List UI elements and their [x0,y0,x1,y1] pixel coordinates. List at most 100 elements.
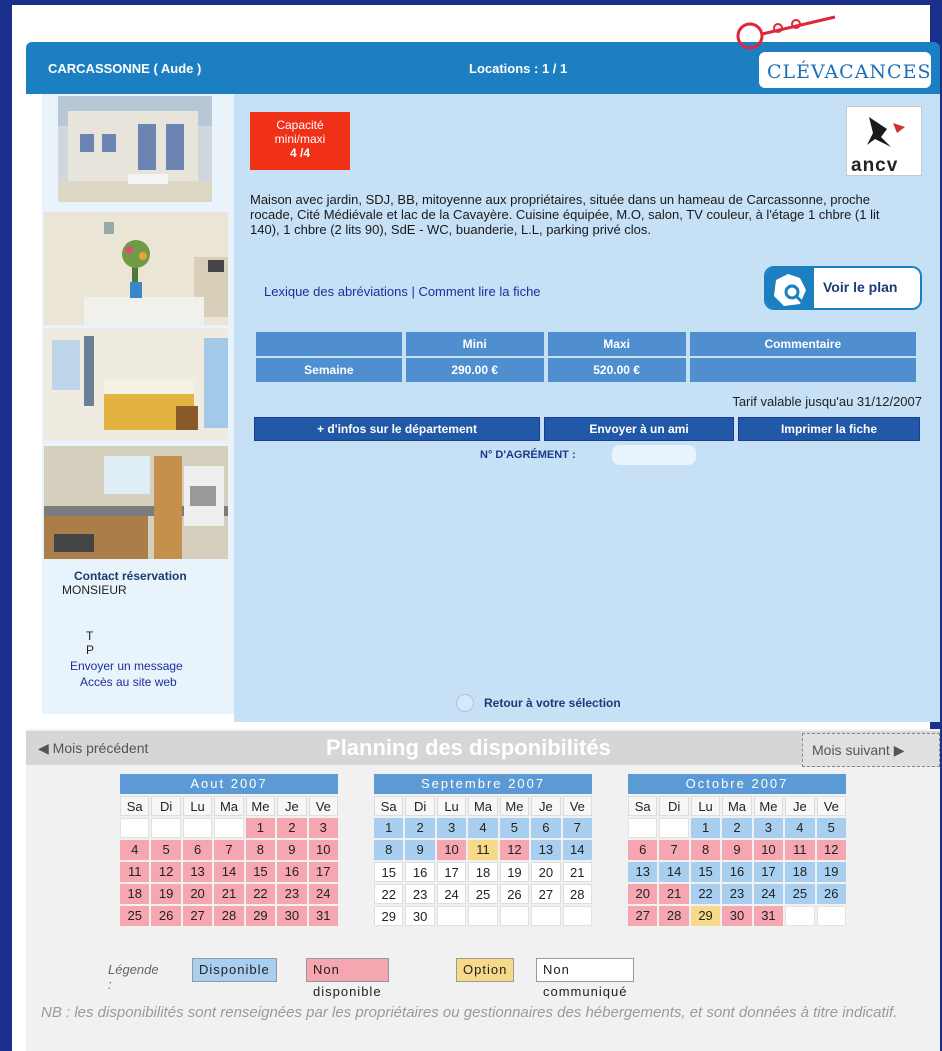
legend-unavailable: Non disponible [306,958,389,999]
photo-living-room[interactable] [44,212,228,325]
day-cell: 25 [120,906,150,926]
day-cell: 23 [722,884,752,904]
send-message-link[interactable]: Envoyer un message [70,659,183,673]
price-header-max: Maxi [547,332,686,356]
weekday-header: Sa [120,796,150,816]
day-cell: 26 [499,884,530,904]
empty-day-cell [499,906,530,926]
day-cell: 22 [690,884,721,904]
day-cell: 27 [531,884,561,904]
department-info-button[interactable]: + d'infos sur le département [254,417,540,441]
weekday-header: Ve [308,796,338,816]
photo-bedroom[interactable] [44,328,228,441]
back-to-selection-link[interactable]: Retour à votre sélection [484,696,621,710]
legend-option: Option [456,958,515,982]
empty-day-cell [214,818,244,838]
month-grid: Sa Di Lu Ma Me Je Ve 1 2 3 4 5 6 7 8 9 10 11 12 13 14 15 16 17 1… [374,796,592,926]
photo-kitchen[interactable] [44,446,228,559]
day-cell: 21 [214,884,244,904]
day-cell: 24 [308,884,338,904]
empty-day-cell [120,818,150,838]
empty-day-cell [182,818,213,838]
day-cell: 4 [120,840,150,860]
month-title: Octobre 2007 [628,774,846,794]
day-cell: 16 [405,862,435,882]
day-cell: 15 [245,862,276,882]
day-cell: 20 [628,884,658,904]
empty-day-cell [468,906,498,926]
print-button[interactable]: Imprimer la fiche [738,417,920,441]
key-icon [736,15,836,50]
send-to-friend-button[interactable]: Envoyer à un ami [544,417,734,441]
day-cell: 18 [468,862,498,882]
month-grid: Sa Di Lu Ma Me Je Ve 1 2 3 4 5 6 7 8 9 10 11 12 13 14 15 16 17 1… [120,796,338,926]
day-cell: 9 [277,840,307,860]
weekday-header: Je [277,796,307,816]
next-month-link[interactable]: Mois suivant ▶ [802,733,940,767]
day-cell: 19 [816,862,846,882]
ancv-logo: ancv [846,106,922,176]
availability-planning: ◀ Mois précédent Planning des disponibil… [26,729,940,1051]
contact-name: MONSIEUR [62,583,127,597]
day-cell: 7 [214,840,244,860]
day-cell: 13 [182,862,213,882]
empty-day-cell [151,818,181,838]
day-cell: 30 [405,906,435,926]
day-cell: 7 [562,818,592,838]
weekday-header: Di [405,796,435,816]
legend-unknown: Non communiqué [536,958,635,999]
day-cell: 25 [785,884,815,904]
day-cell: 7 [659,840,689,860]
read-guide-link[interactable]: Comment lire la fiche [418,284,540,299]
empty-day-cell [816,906,846,926]
weekday-header: Ma [722,796,752,816]
price-table: Mini Maxi Commentaire Semaine 290.00 € 5… [252,330,920,384]
month-calendar: Aout 2007 Sa Di Lu Ma Me Je Ve 1 2 3 4 5 6 7 8 9 10 11 12 13… [120,774,338,926]
back-arrow-icon[interactable] [456,694,474,712]
price-min: 290.00 € [405,358,544,382]
day-cell: 3 [753,818,784,838]
month-title: Septembre 2007 [374,774,592,794]
weekday-header: Me [499,796,530,816]
day-cell: 29 [690,906,721,926]
website-link[interactable]: Accès au site web [80,675,177,689]
day-cell: 8 [245,840,276,860]
weekday-header: Sa [628,796,658,816]
photo-house[interactable] [58,96,212,202]
day-cell: 11 [785,840,815,860]
day-cell: 17 [308,862,338,882]
header-bar: CARCASSONNE ( Aude ) Locations : 1 / 1 [26,42,752,94]
day-cell: 8 [690,840,721,860]
weekday-header: Ma [214,796,244,816]
day-cell: 9 [722,840,752,860]
lexique-link[interactable]: Lexique des abréviations [264,284,408,299]
ancv-bird-icon [867,117,905,147]
day-cell: 19 [499,862,530,882]
day-cell: 2 [405,818,435,838]
empty-day-cell [659,818,689,838]
day-cell: 6 [531,818,561,838]
day-cell: 1 [374,818,404,838]
price-header-comment: Commentaire [689,332,916,356]
weekday-header: Sa [374,796,404,816]
previous-month-link[interactable]: ◀ Mois précédent [38,740,148,757]
map-france-icon [766,268,814,308]
day-cell: 13 [531,840,561,860]
triangle-right-icon: ▶ [889,742,905,758]
weekday-header: Lu [690,796,721,816]
day-cell: 28 [214,906,244,926]
day-cell: 29 [374,906,404,926]
view-map-button[interactable]: Voir le plan [764,266,922,310]
day-cell: 14 [562,840,592,860]
day-cell: 3 [308,818,338,838]
empty-day-cell [628,818,658,838]
contact-mobile-label: P [86,643,95,657]
day-cell: 18 [120,884,150,904]
day-cell: 25 [468,884,498,904]
price-validity: Tarif valable jusqu'au 31/12/2007 [732,394,922,409]
day-cell: 5 [151,840,181,860]
city-title: CARCASSONNE ( Aude ) [48,61,202,76]
day-cell: 23 [277,884,307,904]
capacity-label-2: mini/maxi [274,132,326,146]
day-cell: 11 [468,840,498,860]
